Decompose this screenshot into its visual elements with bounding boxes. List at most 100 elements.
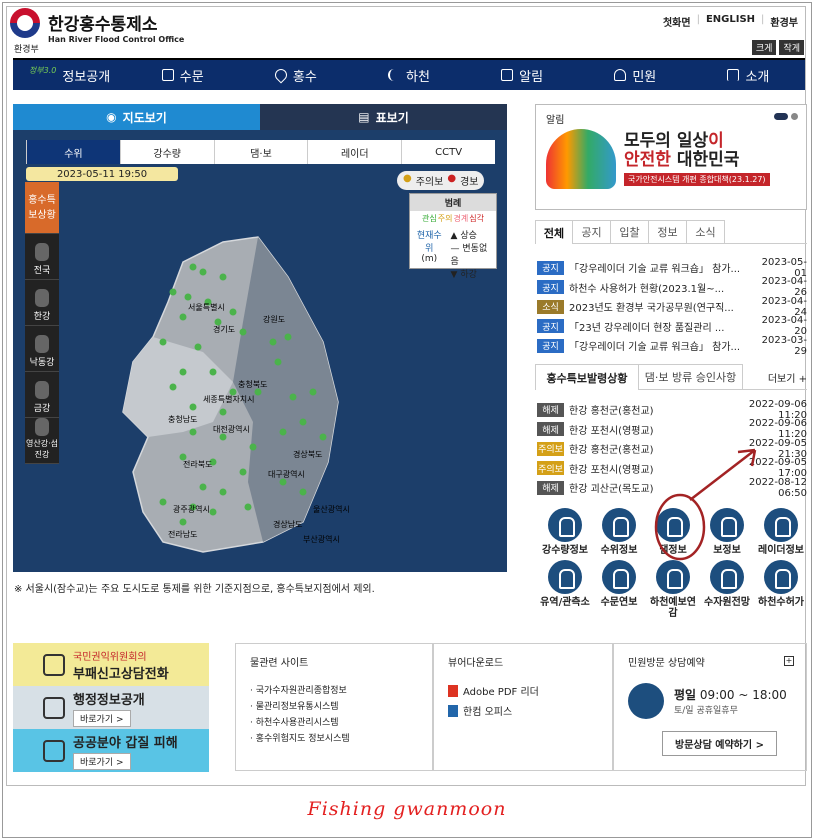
station-pin[interactable] (269, 338, 277, 346)
tab-table-view[interactable]: ▤ 표보기 (260, 104, 507, 130)
notice-row[interactable]: 소식 2023년도 환경부 국가공무원(연구직... 2023-04-24 (537, 296, 807, 318)
station-pin[interactable] (219, 273, 227, 281)
station-pin[interactable] (279, 428, 287, 436)
station-pin[interactable] (194, 343, 202, 351)
region-nakdong[interactable]: 낙동강 (25, 326, 59, 372)
hancom-viewer-link[interactable]: 한컴 오피스 (448, 703, 598, 718)
region-yeongsan[interactable]: 영산강·섬진강 (25, 418, 59, 464)
quick-link[interactable]: 레이더정보 (754, 508, 808, 556)
station-pin[interactable] (199, 483, 207, 491)
nav-river[interactable]: 하천 (352, 66, 465, 85)
more-link[interactable]: 더보기 + (743, 364, 807, 390)
station-pin[interactable] (179, 518, 187, 526)
site-link[interactable]: 국가수자원관리종합정보 (250, 683, 418, 699)
station-pin[interactable] (219, 408, 227, 416)
quick-link[interactable]: 유역/관측소 (538, 560, 592, 619)
font-smaller-button[interactable]: 작게 (779, 40, 804, 55)
nav-hydrology[interactable]: 수문 (126, 66, 239, 85)
subtab-rainfall[interactable]: 강수량 (119, 140, 214, 164)
station-pin[interactable] (244, 503, 252, 511)
tab-map-view[interactable]: ◉ 지도보기 (13, 104, 260, 130)
nav-notice[interactable]: 알림 (466, 66, 579, 85)
b3-go-button[interactable]: 바로가기 > (73, 752, 131, 770)
station-pin[interactable] (279, 478, 287, 486)
b2-go-button[interactable]: 바로가기 > (73, 709, 131, 727)
tab-news[interactable]: 소식 (687, 220, 725, 244)
corruption-report-banner[interactable]: 국민권익위원회의 부패신고상담전화 (13, 643, 209, 686)
station-pin[interactable] (319, 433, 327, 441)
nav-flood[interactable]: 홍수 (239, 66, 352, 85)
station-pin[interactable] (169, 383, 177, 391)
station-pin[interactable] (239, 328, 247, 336)
station-pin[interactable] (289, 393, 297, 401)
home-link[interactable]: 첫화면 (663, 14, 691, 29)
carousel-dots[interactable] (774, 113, 798, 120)
station-pin[interactable] (239, 468, 247, 476)
subtab-radar[interactable]: 레이더 (307, 140, 401, 164)
admin-info-banner[interactable]: 행정정보공개 바로가기 > (13, 686, 209, 729)
region-han[interactable]: 한강 (25, 280, 59, 326)
subtab-water-level[interactable]: 수위 (26, 140, 120, 164)
tab-notice[interactable]: 공지 (573, 220, 611, 244)
english-link[interactable]: ENGLISH (706, 14, 755, 29)
subtab-dam-weir[interactable]: 댐·보 (213, 140, 308, 164)
ministry-link[interactable]: 환경부 (770, 14, 798, 29)
quick-link[interactable]: 수문연보 (592, 560, 646, 619)
notice-row[interactable]: 공지 「강우레이더 기술 교류 워크숍」 참가... 2023-03-29 (537, 335, 807, 357)
site-link[interactable]: 물관리정보유통시스템 (250, 699, 418, 715)
flood-row[interactable]: 해제 한강 포천시(영평교) 2022-09-06 11:20 (537, 418, 807, 440)
font-larger-button[interactable]: 크게 (751, 40, 777, 55)
tab-all[interactable]: 전체 (535, 220, 573, 244)
nav-civil[interactable]: 민원 (579, 66, 692, 85)
station-pin[interactable] (299, 488, 307, 496)
notice-row[interactable]: 공지 「23년 강우레이더 현장 품질관리 ... 2023-04-20 (537, 315, 807, 337)
station-pin[interactable] (299, 418, 307, 426)
plus-icon[interactable]: + (784, 656, 794, 666)
korea-map[interactable]: 서울특별시경기도 강원도충청북도충청남도 세종특별자치시대전광역시경상북도대구광역시… (73, 222, 403, 562)
station-pin[interactable] (179, 368, 187, 376)
notice-banner[interactable]: 알림 모두의 일상이 안전한 대한민국 국가안전시스템 개편 종합대책(23.1… (535, 104, 807, 210)
station-pin[interactable] (159, 498, 167, 506)
station-pin[interactable] (274, 358, 282, 366)
site-link[interactable]: 홍수위험지도 정보시스템 (250, 731, 418, 747)
station-pin[interactable] (169, 288, 177, 296)
station-pin[interactable] (229, 308, 237, 316)
station-pin[interactable] (189, 403, 197, 411)
station-pin[interactable] (209, 508, 217, 516)
station-pin[interactable] (309, 388, 317, 396)
station-pin[interactable] (219, 433, 227, 441)
station-pin[interactable] (159, 338, 167, 346)
nav-about[interactable]: 소개 (692, 66, 805, 85)
tab-dam-release[interactable]: 댐·보 방류 승인사항 (639, 364, 743, 390)
station-pin[interactable] (179, 313, 187, 321)
pdf-viewer-link[interactable]: Adobe PDF 리더 (448, 683, 598, 698)
site-logo[interactable]: 환경부 한강홍수통제소 Han River Flood Control Offi… (10, 8, 184, 55)
station-pin[interactable] (284, 333, 292, 341)
quick-link[interactable]: 강수량정보 (538, 508, 592, 556)
station-pin[interactable] (209, 368, 217, 376)
nav-info-open[interactable]: 정부3.0 정보공개 (13, 66, 126, 85)
site-link[interactable]: 하천수사용관리시스템 (250, 715, 418, 731)
notice-row[interactable]: 공지 「강우레이더 기술 교류 워크숍」 참가... 2023-05-01 (537, 257, 807, 279)
quick-link[interactable]: 수위정보 (592, 508, 646, 556)
station-pin[interactable] (189, 263, 197, 271)
station-pin[interactable] (199, 268, 207, 276)
legend-title: 범례 (410, 194, 496, 211)
tab-info[interactable]: 정보 (649, 220, 687, 244)
tab-flood-alerts[interactable]: 홍수특보발령상황 (535, 364, 639, 390)
notice-row[interactable]: 공지 하천수 사용허가 현황(2023.1월~... 2023-04-26 (537, 276, 807, 298)
station-pin[interactable] (189, 428, 197, 436)
region-nationwide[interactable]: 전국 (25, 234, 59, 280)
tab-bid[interactable]: 입찰 (611, 220, 649, 244)
subtab-cctv[interactable]: CCTV (401, 140, 495, 164)
region-flood-status[interactable]: 홍수특보상황 (25, 182, 59, 234)
station-pin[interactable] (219, 488, 227, 496)
flood-row[interactable]: 해제 한강 홍천군(홍천교) 2022-09-06 11:20 (537, 399, 807, 421)
station-pin[interactable] (184, 293, 192, 301)
gapjil-banner[interactable]: 공공분야 갑질 피해 바로가기 > (13, 729, 209, 772)
visit-reserve-button[interactable]: 방문상담 예약하기 > (662, 731, 777, 756)
quick-link[interactable]: 하천수허가 (754, 560, 808, 619)
station-pin[interactable] (254, 388, 262, 396)
station-pin[interactable] (249, 443, 257, 451)
region-geum[interactable]: 금강 (25, 372, 59, 418)
